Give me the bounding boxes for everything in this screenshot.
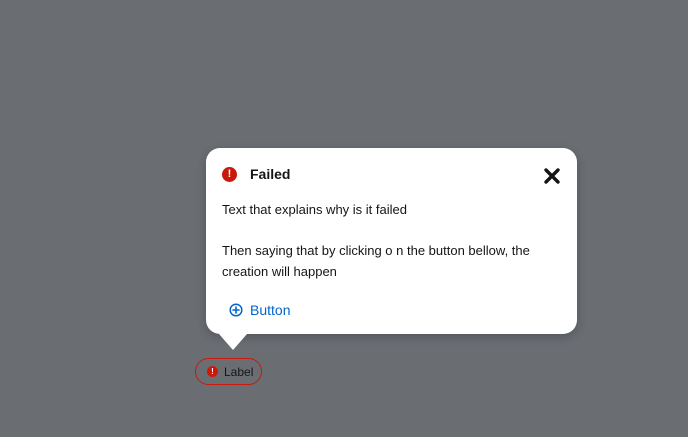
- close-icon: [544, 168, 560, 184]
- exclamation-circle-icon: !: [222, 166, 237, 182]
- popover-title: Failed: [250, 166, 291, 182]
- failure-explanation: Text that explains why is it failed: [222, 202, 407, 217]
- action-button[interactable]: Button: [229, 300, 290, 320]
- status-label-text: Label: [224, 364, 254, 379]
- plus-circle-icon: [229, 303, 243, 317]
- close-button[interactable]: [543, 166, 563, 186]
- popover-arrow: [219, 334, 247, 350]
- exclamation-circle-icon: !: [207, 366, 218, 377]
- failed-popover: ! Failed Text that explains why is it fa…: [206, 148, 577, 334]
- action-button-label: Button: [250, 302, 291, 318]
- popover-header: ! Failed: [222, 166, 561, 182]
- creation-explanation: Then saying that by clicking o n the but…: [222, 243, 530, 279]
- status-label[interactable]: ! Label: [195, 358, 262, 385]
